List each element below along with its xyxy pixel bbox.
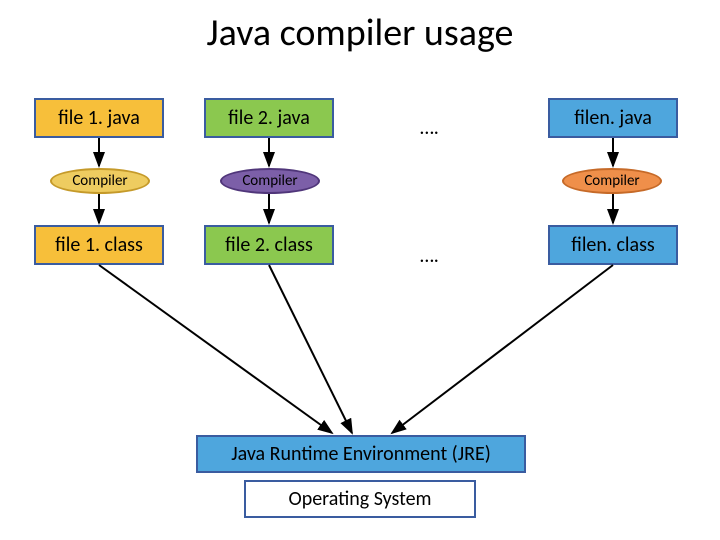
class-file-1: file 1. class (34, 225, 164, 265)
source-ellipsis: …. (420, 116, 439, 140)
source-file-1: file 1. java (34, 98, 164, 138)
source-file-2: file 2. java (204, 98, 334, 138)
source-file-n: filen. java (548, 98, 678, 138)
compiler-2: Compiler (220, 168, 320, 194)
class-ellipsis: …. (420, 244, 439, 268)
compiler-1: Compiler (50, 168, 150, 194)
class-file-2: file 2. class (204, 225, 334, 265)
class-file-n: filen. class (548, 225, 678, 265)
jre-box: Java Runtime Environment (JRE) (196, 435, 526, 473)
diagram-stage: file 1. java file 2. java …. filen. java… (0, 0, 720, 540)
os-box: Operating System (244, 480, 476, 518)
compiler-n: Compiler (562, 168, 662, 194)
